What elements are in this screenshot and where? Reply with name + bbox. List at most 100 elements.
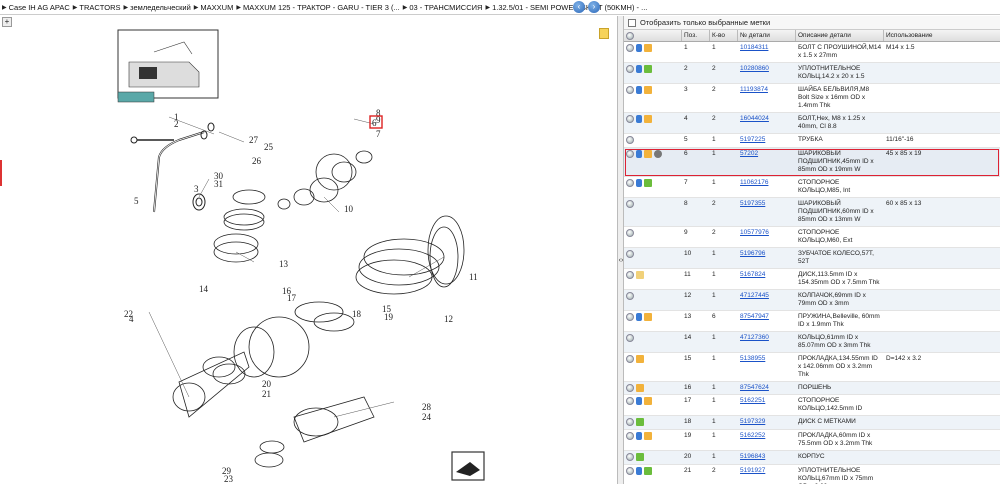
callout-2[interactable]: 2 — [174, 119, 179, 129]
table-row[interactable]: 20 1 5196843 КОРПУС — [624, 451, 1000, 465]
add-to-cart-icon[interactable] — [626, 115, 634, 123]
row-part-number-value[interactable]: 10280860 — [740, 65, 769, 72]
row-part-number-value[interactable]: 10577976 — [740, 229, 769, 236]
info-icon[interactable] — [636, 466, 642, 475]
forward-arrow-icon[interactable] — [644, 65, 652, 73]
info-icon[interactable] — [636, 86, 642, 94]
filter-checkbox[interactable] — [628, 18, 636, 27]
callout-24[interactable]: 24 — [422, 412, 432, 422]
callout-12[interactable]: 12 — [444, 314, 453, 324]
forward-arrow-icon[interactable] — [644, 178, 652, 187]
callout-20[interactable]: 20 — [262, 379, 272, 389]
col-desc[interactable]: Описание детали — [796, 30, 884, 41]
table-row[interactable]: 12 1 47127445 КОЛПАЧОК,69mm ID x 79mm OD x … — [624, 289, 1000, 311]
add-to-cart-icon[interactable] — [626, 453, 634, 462]
add-to-cart-icon[interactable] — [626, 149, 634, 158]
add-to-cart-icon[interactable] — [626, 418, 634, 427]
callout-18[interactable]: 18 — [352, 309, 362, 319]
table-row[interactable]: 15 1 5138955 ПРОКЛАДКА,134.55mm ID x 142.06… — [624, 353, 1000, 382]
table-row[interactable]: 17 1 5162251 СТОПОРНОЕ КОЛЬЦО,142.5mm ID — [624, 395, 1000, 417]
add-to-cart-icon[interactable] — [626, 270, 634, 279]
add-to-cart-icon[interactable] — [626, 178, 634, 187]
breadcrumb-item[interactable]: ▶ 03 - ТРАНСМИССИЯ — [403, 3, 483, 12]
diagram-nav-button[interactable] — [451, 451, 485, 481]
add-to-cart-icon[interactable] — [626, 136, 634, 144]
callout-29[interactable]: 29 — [222, 466, 232, 476]
info-icon[interactable] — [636, 149, 642, 158]
table-row[interactable]: 19 1 5162252 ПРОКЛАДКА,60mm ID x 75.5mm OD … — [624, 430, 1000, 452]
callout-13[interactable]: 13 — [279, 259, 289, 269]
callout-26[interactable]: 26 — [252, 156, 262, 166]
forward-arrow-icon[interactable] — [636, 418, 644, 427]
add-to-cart-icon[interactable] — [626, 199, 634, 208]
callout-3[interactable]: 3 — [194, 184, 199, 194]
row-part-number-value[interactable]: 5162251 — [740, 397, 765, 404]
table-row[interactable]: 9 2 10577976 СТОПОРНОЕ КОЛЬЦО,M60, Ext — [624, 227, 1000, 248]
row-part-number-value[interactable]: 5196843 — [740, 453, 765, 460]
exploded-diagram[interactable]: 123456789101112131415161718 1920212223242… — [4, 22, 614, 482]
package-icon[interactable] — [644, 312, 652, 321]
col-use[interactable]: Использование — [884, 30, 1000, 41]
row-part-number-value[interactable]: 5197355 — [740, 200, 765, 207]
callout-14[interactable]: 14 — [199, 284, 209, 294]
row-part-number-value[interactable]: 5162252 — [740, 432, 765, 439]
info-icon[interactable] — [636, 115, 642, 123]
add-all-icon[interactable] — [626, 32, 634, 40]
table-row[interactable]: 6 1 57202 ШАРИКОВЫЙ ПОДШИПНИК,45mm ID x 85m… — [624, 147, 1000, 177]
row-part-number-value[interactable]: 11062176 — [740, 179, 768, 186]
add-to-cart-icon[interactable] — [626, 228, 634, 237]
callout-10[interactable]: 10 — [344, 204, 354, 214]
row-part-number-value[interactable]: 5191927 — [740, 467, 765, 474]
row-part-number-value[interactable]: 11193874 — [740, 86, 768, 93]
package-icon[interactable] — [636, 383, 644, 392]
col-icons[interactable] — [624, 30, 682, 41]
add-to-cart-icon[interactable] — [626, 383, 634, 392]
col-part[interactable]: № детали — [738, 30, 796, 41]
breadcrumb-item[interactable]: ▶ 1.32.5/01 - SEMI POWER SHIFT (50KMH) - … — [485, 3, 647, 12]
table-row[interactable]: 11 1 5167824 ДИСК,113.5mm ID x 154.35mm OD … — [624, 269, 1000, 290]
info-icon[interactable] — [636, 312, 642, 321]
add-to-cart-icon[interactable] — [626, 312, 634, 321]
folder-icon[interactable] — [636, 270, 644, 279]
forward-arrow-icon[interactable] — [644, 466, 652, 475]
package-icon[interactable] — [644, 86, 652, 94]
row-part-number-value[interactable]: 5167824 — [740, 271, 765, 278]
table-row[interactable]: 7 1 11062176 СТОПОРНОЕ КОЛЬЦО,M85, Int — [624, 177, 1000, 198]
add-to-cart-icon[interactable] — [626, 432, 634, 441]
info-icon[interactable] — [636, 44, 642, 52]
breadcrumb-item[interactable]: ▶ Case IH AG APAC — [2, 3, 70, 12]
add-to-cart-icon[interactable] — [626, 466, 634, 475]
row-part-number-value[interactable]: 87547624 — [740, 384, 769, 391]
callout-17[interactable]: 17 — [287, 293, 297, 303]
info-icon[interactable] — [636, 178, 642, 187]
breadcrumb-item[interactable]: ▶ MAXXUM — [194, 3, 234, 12]
package-icon[interactable] — [644, 44, 652, 52]
forward-arrow-icon[interactable] — [636, 453, 644, 462]
diagram-thumbnail[interactable] — [117, 29, 219, 103]
add-to-cart-icon[interactable] — [626, 65, 634, 73]
col-qty[interactable]: К-во — [710, 30, 738, 41]
row-part-number-value[interactable]: 47127360 — [740, 334, 769, 341]
info-icon[interactable] — [636, 65, 642, 73]
table-row[interactable]: 16 1 87547624 ПОРШЕНЬ — [624, 381, 1000, 396]
row-part-number-value[interactable]: 16044024 — [740, 115, 769, 122]
forward-button-icon[interactable]: › — [588, 1, 600, 13]
table-row[interactable]: 5 1 5197225 ТРУБКА 11/16"-16 — [624, 134, 1000, 148]
breadcrumb-item[interactable]: ▶ TRACTORS — [73, 3, 121, 12]
callout-22[interactable]: 22 — [124, 309, 133, 319]
callout-27[interactable]: 27 — [249, 135, 259, 145]
gear-icon[interactable] — [654, 149, 662, 158]
callout-7[interactable]: 7 — [376, 129, 381, 139]
info-icon[interactable] — [636, 397, 642, 406]
package-icon[interactable] — [636, 354, 644, 363]
col-pos[interactable]: Поз. — [682, 30, 710, 41]
callout-25[interactable]: 25 — [264, 142, 274, 152]
add-to-cart-icon[interactable] — [626, 249, 634, 258]
table-row[interactable]: 13 6 87547947 ПРУЖИНА,Belleville, 60mm ID x… — [624, 311, 1000, 332]
package-icon[interactable] — [644, 149, 652, 158]
row-part-number-value[interactable]: 10184311 — [740, 44, 768, 51]
callout-21[interactable]: 21 — [262, 389, 271, 399]
callout-11[interactable]: 11 — [469, 272, 478, 282]
table-row[interactable]: 1 1 10184311 БОЛТ С ПРОУШИНОЙ,M14 x 1.5 x 2… — [624, 42, 1000, 63]
table-row[interactable]: 2 2 10280860 УПЛОТНИТЕЛЬНОЕ КОЛЬЦ,14.2 x 20… — [624, 63, 1000, 84]
